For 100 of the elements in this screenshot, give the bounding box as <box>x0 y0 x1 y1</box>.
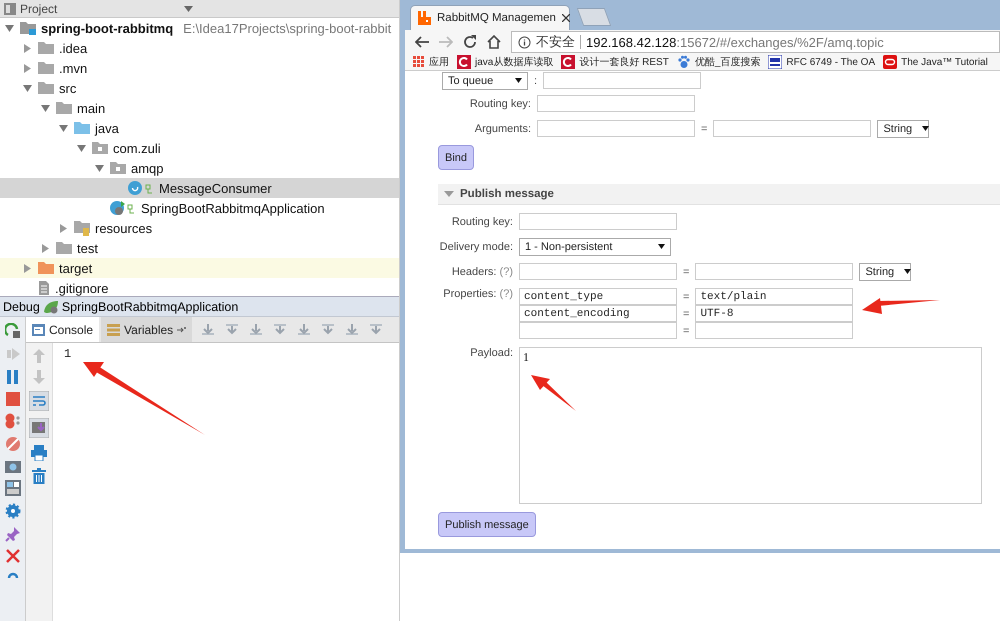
property-key-field[interactable]: content_type <box>519 288 677 305</box>
folder-icon <box>37 41 55 55</box>
pause-icon[interactable] <box>6 369 20 385</box>
tree-item[interactable]: spring-boot-rabbitmq E:\Idea17Projects\spring-boot-rabbit <box>0 18 399 38</box>
stop-icon[interactable] <box>6 392 20 406</box>
print-icon[interactable] <box>31 445 47 461</box>
delivery-mode-select[interactable]: 1 - Non-persistent <box>519 238 671 256</box>
evaluate-icon[interactable] <box>368 322 384 336</box>
key-field[interactable] <box>519 263 677 280</box>
console-icon <box>32 324 45 336</box>
property-key-field[interactable]: content_encoding <box>519 305 677 322</box>
rerun-icon[interactable] <box>4 323 20 339</box>
browser-tab[interactable]: RabbitMQ Managemen <box>410 5 570 30</box>
bookmark[interactable]: The Java™ Tutorial <box>901 56 988 68</box>
collapse-arrow-icon[interactable] <box>5 24 14 32</box>
step-over-icon[interactable] <box>224 322 240 336</box>
bookmark[interactable]: 设计一套良好 REST <box>579 55 669 69</box>
bookmark[interactable]: 应用 <box>429 55 449 69</box>
step-into-icon[interactable] <box>248 322 264 336</box>
expand-arrow-icon[interactable] <box>42 244 49 252</box>
run-to-cursor-icon[interactable] <box>344 322 360 336</box>
dropdown-caret-icon[interactable] <box>184 6 193 12</box>
tree-item[interactable]: SpringBootRabbitmqApplication <box>0 198 399 218</box>
tree-item[interactable]: main <box>0 98 399 118</box>
key-field[interactable] <box>537 120 695 137</box>
scroll-to-end-icon[interactable] <box>29 418 49 438</box>
payload-field[interactable]: 1 <box>519 347 982 504</box>
show-execution-point-icon[interactable] <box>200 322 216 336</box>
tree-item[interactable]: target <box>0 258 399 278</box>
value-field[interactable] <box>695 263 854 280</box>
tree-item[interactable]: .idea <box>0 38 399 58</box>
expand-arrow-icon[interactable] <box>24 64 31 72</box>
item-name: .idea <box>59 40 88 56</box>
step-out-icon[interactable] <box>296 322 312 336</box>
expand-arrow-icon[interactable] <box>24 264 31 272</box>
trash-icon[interactable] <box>32 468 46 484</box>
tree-item[interactable]: .gitignore <box>0 278 399 296</box>
breakpoints-icon[interactable] <box>4 413 22 429</box>
tree-item[interactable]: resources <box>0 218 399 238</box>
tree-item[interactable]: src <box>0 78 399 98</box>
routing-key-field[interactable] <box>537 95 695 112</box>
pin-icon[interactable] <box>4 526 20 542</box>
destination-select[interactable]: To queue <box>442 72 528 90</box>
camera-icon[interactable] <box>4 459 20 473</box>
type-select[interactable]: String <box>877 120 930 138</box>
tree-item[interactable]: java <box>0 118 399 138</box>
back-icon[interactable] <box>415 36 429 48</box>
property-value-field[interactable]: UTF-8 <box>695 305 854 322</box>
expand-arrow-icon[interactable] <box>60 224 67 232</box>
bookmark[interactable]: java从数据库读取 <box>475 55 554 69</box>
item-name: main <box>77 100 106 116</box>
home-icon[interactable] <box>487 35 501 49</box>
tree-item[interactable]: test <box>0 238 399 258</box>
forward-icon[interactable] <box>439 36 453 48</box>
bind-button[interactable]: Bind <box>438 145 474 170</box>
reload-icon[interactable] <box>463 35 477 49</box>
item-name: amqp <box>131 160 164 176</box>
field-label: Arguments: <box>474 122 531 134</box>
dropdown-caret-icon <box>904 269 912 274</box>
resume-icon[interactable] <box>4 346 20 362</box>
routing-key-field[interactable] <box>519 213 677 230</box>
debug-tab[interactable]: Variables <box>101 317 192 342</box>
mute-breakpoints-icon[interactable] <box>4 436 20 452</box>
new-tab-button[interactable] <box>576 8 612 26</box>
collapse-arrow-icon[interactable] <box>95 164 104 172</box>
tree-item[interactable]: com.zuli <box>0 138 399 158</box>
property-value-field[interactable] <box>695 322 854 339</box>
settings-icon[interactable] <box>4 503 20 519</box>
tree-item[interactable]: amqp <box>0 158 399 178</box>
soft-wrap-icon[interactable] <box>29 391 49 411</box>
expand-arrow-icon[interactable] <box>24 44 31 52</box>
publish-button[interactable]: Publish message <box>438 512 536 537</box>
dropdown-caret-icon <box>515 78 522 83</box>
layout-icon[interactable] <box>4 480 20 496</box>
bookmark[interactable]: RFC 6749 - The OA <box>786 56 876 68</box>
colon-label: : <box>534 74 538 86</box>
property-key-field[interactable] <box>519 322 677 339</box>
section-header[interactable]: Publish message <box>438 184 1000 205</box>
destination-field[interactable] <box>543 72 702 89</box>
bookmark[interactable]: 优酷_百度搜索 <box>694 55 760 69</box>
address-bar[interactable]: 不安全 192.168.42.128:15672/#/exchanges/%2F/amq.topic <box>511 31 1000 53</box>
tree-item[interactable]: .mvn <box>0 58 399 78</box>
up-arrow-icon[interactable] <box>33 349 45 363</box>
drop-frame-icon[interactable] <box>320 322 336 336</box>
type-select[interactable]: String <box>859 262 912 280</box>
force-step-into-icon[interactable] <box>272 322 288 336</box>
tree-item[interactable]: MessageConsumer <box>0 178 399 198</box>
field-label: Delivery mode: <box>438 240 513 252</box>
class-icon <box>127 180 155 196</box>
value-field[interactable] <box>713 120 872 137</box>
down-arrow-icon[interactable] <box>33 370 45 384</box>
apps-grid-icon <box>413 56 425 68</box>
collapse-arrow-icon[interactable] <box>23 84 32 92</box>
close-icon[interactable] <box>562 14 570 22</box>
collapse-arrow-icon[interactable] <box>77 144 86 152</box>
collapse-arrow-icon[interactable] <box>41 104 50 112</box>
run-configuration-name: SpringBootRabbitmqApplication <box>62 300 238 314</box>
property-value-field[interactable]: text/plain <box>695 288 854 305</box>
debug-tab[interactable]: Console <box>26 317 100 342</box>
collapse-arrow-icon[interactable] <box>59 124 68 132</box>
